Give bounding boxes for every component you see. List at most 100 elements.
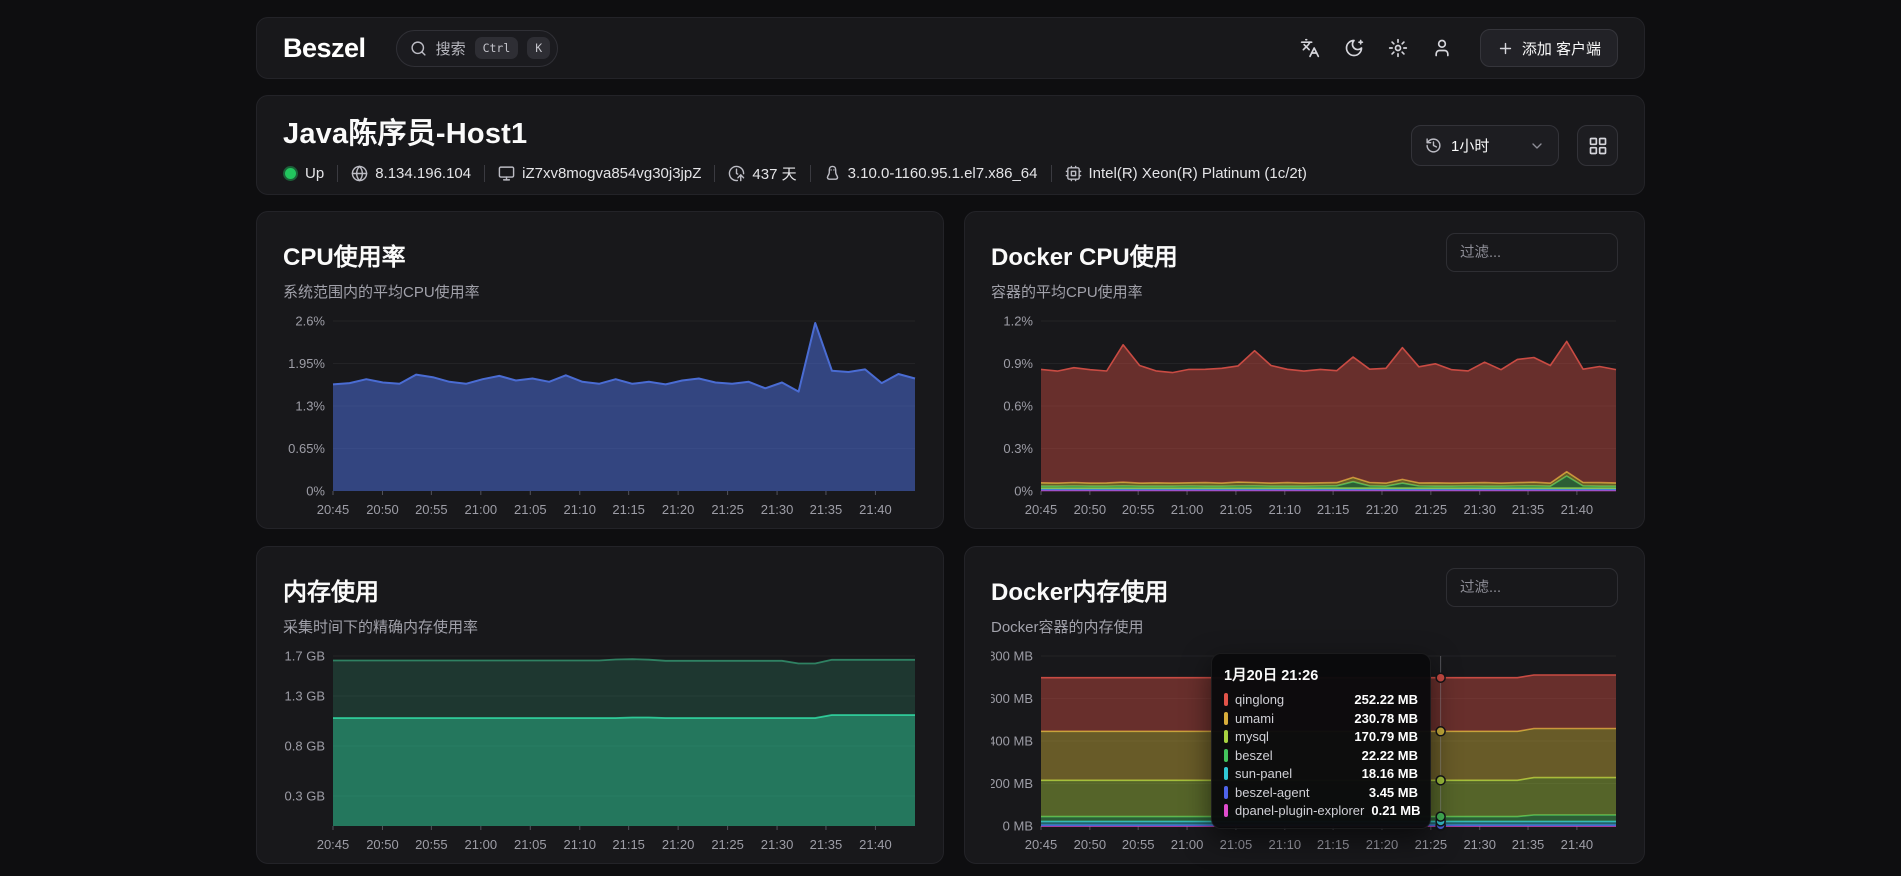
svg-text:800 MB: 800 MB bbox=[991, 650, 1033, 664]
cpu-chart-title: CPU使用率 bbox=[283, 237, 917, 272]
nav-actions: 添加 客户端 bbox=[1300, 29, 1618, 67]
svg-text:21:30: 21:30 bbox=[761, 837, 794, 852]
svg-text:21:05: 21:05 bbox=[1220, 502, 1253, 517]
svg-text:20:55: 20:55 bbox=[1122, 502, 1155, 517]
host-meta: Up 8.134.196.104 iZ7xv8mogva854vg30j3jpZ… bbox=[283, 163, 1618, 184]
svg-text:21:10: 21:10 bbox=[563, 837, 596, 852]
host-cpu-model: Intel(R) Xeon(R) Platinum (1c/2t) bbox=[1065, 165, 1307, 182]
host-hostname-value: iZ7xv8mogva854vg30j3jpZ bbox=[522, 165, 701, 182]
cpu-usage-chart[interactable]: 0%0.65%1.3%1.95%2.6%20:4520:5020:5521:00… bbox=[283, 315, 919, 521]
docker-memory-chart-subtitle: Docker容器的内存使用 bbox=[991, 616, 1618, 637]
settings-button[interactable] bbox=[1388, 38, 1408, 58]
svg-text:21:10: 21:10 bbox=[1269, 502, 1302, 517]
layout-grid-button[interactable] bbox=[1577, 125, 1618, 166]
svg-text:1.3 GB: 1.3 GB bbox=[285, 689, 325, 704]
cpu-chip-icon bbox=[1065, 165, 1082, 182]
history-clock-icon bbox=[1425, 137, 1442, 154]
beszel-logo: Beszel bbox=[283, 33, 366, 64]
tooltip-row: qinglong252.22 MB bbox=[1224, 692, 1418, 707]
cpu-chart-card: CPU使用率 系统范围内的平均CPU使用率 0%0.65%1.3%1.95%2.… bbox=[256, 211, 944, 529]
time-range-value: 1小时 bbox=[1451, 135, 1489, 156]
search-placeholder: 搜索 bbox=[436, 38, 466, 59]
chevron-down-icon bbox=[1529, 138, 1545, 154]
series-color-swatch bbox=[1224, 749, 1228, 762]
docker-memory-chart-card: Docker内存使用 Docker容器的内存使用 0 MB200 MB400 M… bbox=[964, 546, 1645, 864]
svg-text:20:45: 20:45 bbox=[317, 837, 350, 852]
chart-tooltip: 1月20日 21:26 qinglong252.22 MBumami230.78… bbox=[1211, 653, 1431, 829]
container-name: beszel-agent bbox=[1235, 785, 1309, 800]
container-memory-value: 18.16 MB bbox=[1362, 766, 1418, 781]
container-name: umami bbox=[1235, 711, 1274, 726]
monitor-icon bbox=[498, 165, 515, 182]
svg-text:21:25: 21:25 bbox=[1415, 837, 1448, 852]
series-color-swatch bbox=[1224, 730, 1228, 743]
user-icon bbox=[1432, 38, 1452, 58]
svg-text:0%: 0% bbox=[306, 484, 325, 499]
svg-text:21:35: 21:35 bbox=[810, 502, 843, 517]
series-color-swatch bbox=[1224, 804, 1228, 817]
svg-text:1.95%: 1.95% bbox=[288, 356, 325, 371]
tooltip-row: beszel-agent3.45 MB bbox=[1224, 785, 1418, 800]
svg-text:20:50: 20:50 bbox=[366, 837, 399, 852]
kbd-ctrl: Ctrl bbox=[475, 37, 519, 59]
kbd-k: K bbox=[527, 37, 550, 59]
cpu-chart-subtitle: 系统范围内的平均CPU使用率 bbox=[283, 281, 917, 302]
series-color-swatch bbox=[1224, 767, 1228, 780]
docker-cpu-filter-input[interactable] bbox=[1446, 233, 1618, 272]
clock-arrow-up-icon bbox=[728, 165, 745, 182]
beszel-dashboard: Beszel 搜索 Ctrl K bbox=[0, 0, 1901, 876]
svg-text:21:05: 21:05 bbox=[1220, 837, 1253, 852]
svg-text:21:30: 21:30 bbox=[1463, 502, 1496, 517]
svg-text:20:50: 20:50 bbox=[1074, 502, 1107, 517]
user-menu-button[interactable] bbox=[1432, 38, 1452, 58]
svg-text:21:30: 21:30 bbox=[761, 502, 794, 517]
divider bbox=[714, 165, 715, 182]
svg-text:21:40: 21:40 bbox=[859, 837, 892, 852]
svg-text:0.9%: 0.9% bbox=[1003, 356, 1033, 371]
svg-text:0 MB: 0 MB bbox=[1003, 819, 1033, 834]
container-name: beszel bbox=[1235, 748, 1273, 763]
svg-text:21:00: 21:00 bbox=[1171, 502, 1204, 517]
search-input[interactable]: 搜索 Ctrl K bbox=[396, 30, 559, 67]
docker-cpu-chart[interactable]: 0%0.3%0.6%0.9%1.2%20:4520:5020:5521:0021… bbox=[991, 315, 1620, 521]
host-kernel-value: 3.10.0-1160.95.1.el7.x86_64 bbox=[848, 165, 1038, 182]
svg-text:0%: 0% bbox=[1014, 484, 1033, 499]
series-color-swatch bbox=[1224, 693, 1228, 706]
svg-text:21:20: 21:20 bbox=[1366, 837, 1399, 852]
svg-text:21:35: 21:35 bbox=[1512, 837, 1545, 852]
language-button[interactable] bbox=[1300, 38, 1320, 58]
svg-text:20:45: 20:45 bbox=[317, 502, 350, 517]
svg-text:21:35: 21:35 bbox=[1512, 502, 1545, 517]
svg-text:1.7 GB: 1.7 GB bbox=[285, 650, 325, 664]
series-color-swatch bbox=[1224, 786, 1228, 799]
svg-text:21:40: 21:40 bbox=[1561, 502, 1594, 517]
tooltip-row: sun-panel18.16 MB bbox=[1224, 766, 1418, 781]
host-ip-value: 8.134.196.104 bbox=[375, 165, 471, 182]
memory-chart-subtitle: 采集时间下的精确内存使用率 bbox=[283, 616, 917, 637]
svg-text:0.3 GB: 0.3 GB bbox=[285, 789, 325, 804]
svg-text:21:25: 21:25 bbox=[1415, 502, 1448, 517]
host-kernel: 3.10.0-1160.95.1.el7.x86_64 bbox=[824, 165, 1038, 182]
host-controls: 1小时 bbox=[1411, 125, 1618, 166]
divider bbox=[337, 165, 338, 182]
add-client-button[interactable]: 添加 客户端 bbox=[1480, 29, 1618, 67]
svg-text:0.3%: 0.3% bbox=[1003, 441, 1033, 456]
svg-text:20:55: 20:55 bbox=[415, 837, 448, 852]
host-hostname: iZ7xv8mogva854vg30j3jpZ bbox=[498, 165, 701, 182]
svg-text:21:15: 21:15 bbox=[1317, 502, 1350, 517]
svg-text:0.6%: 0.6% bbox=[1003, 399, 1033, 414]
container-name: qinglong bbox=[1235, 692, 1284, 707]
time-range-select[interactable]: 1小时 bbox=[1411, 125, 1559, 166]
host-header: Java陈序员-Host1 Up 8.134.196.104 iZ7xv8mog… bbox=[256, 95, 1645, 195]
container-memory-value: 170.79 MB bbox=[1354, 729, 1418, 744]
docker-memory-filter-input[interactable] bbox=[1446, 568, 1618, 607]
memory-chart-card: 内存使用 采集时间下的精确内存使用率 0.3 GB0.8 GB1.3 GB1.7… bbox=[256, 546, 944, 864]
svg-text:21:15: 21:15 bbox=[1317, 837, 1350, 852]
svg-text:400 MB: 400 MB bbox=[991, 734, 1033, 749]
layout-grid-icon bbox=[1588, 136, 1608, 156]
svg-text:21:20: 21:20 bbox=[1366, 502, 1399, 517]
memory-usage-chart[interactable]: 0.3 GB0.8 GB1.3 GB1.7 GB20:4520:5020:552… bbox=[283, 650, 919, 856]
theme-toggle-button[interactable] bbox=[1344, 38, 1364, 58]
svg-text:21:00: 21:00 bbox=[1171, 837, 1204, 852]
svg-text:21:25: 21:25 bbox=[711, 502, 744, 517]
